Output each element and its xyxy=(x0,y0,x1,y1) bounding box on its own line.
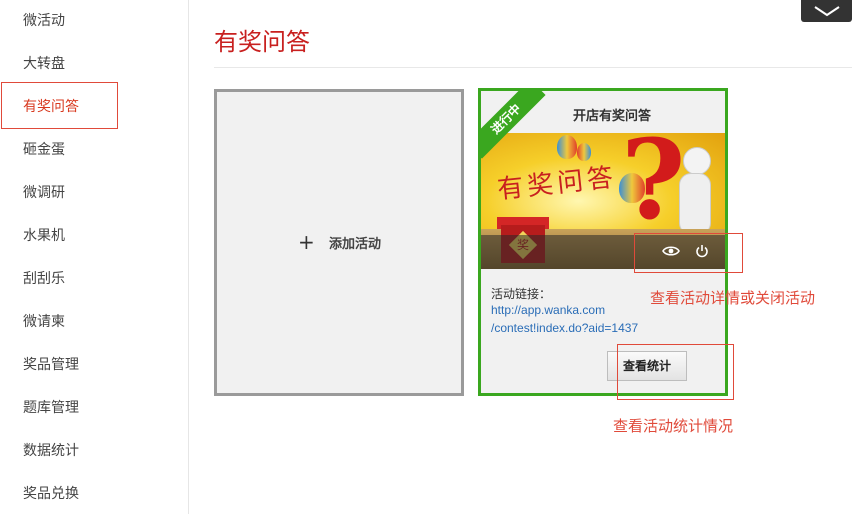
activity-link-label: 活动链接： xyxy=(491,287,552,301)
balloon-decoration xyxy=(577,143,591,161)
balloon-decoration xyxy=(557,135,577,159)
sidebar-item-statistics[interactable]: 数据统计 xyxy=(0,430,188,473)
add-activity-card[interactable]: + 添加活动 xyxy=(214,89,464,396)
banner-text: 有奖问答 xyxy=(496,162,619,206)
add-activity-label: 添加活动 xyxy=(329,237,382,252)
annotation-stats: 查看活动统计情况 xyxy=(613,417,734,435)
title-divider xyxy=(214,67,852,68)
annotation-box-quiz xyxy=(1,82,118,129)
sidebar-item-golden-egg[interactable]: 砸金蛋 xyxy=(0,129,188,172)
sidebar-item-fruit-machine[interactable]: 水果机 xyxy=(0,215,188,258)
activity-link-path[interactable]: /contest!index.do?aid=1437 xyxy=(491,321,638,335)
sidebar-item-big-wheel[interactable]: 大转盘 xyxy=(0,43,188,86)
annotation-box-actions xyxy=(634,233,743,273)
sidebar-item-scratch-card[interactable]: 刮刮乐 xyxy=(0,258,188,301)
sidebar-item-invitation[interactable]: 微请柬 xyxy=(0,301,188,344)
chevron-down-icon xyxy=(814,6,840,17)
plus-icon: + xyxy=(298,230,315,254)
sidebar-item-prize-redeem[interactable]: 奖品兑换 xyxy=(0,473,188,516)
figure-decoration xyxy=(679,173,711,235)
sidebar: 微活动 大转盘 有奖问答 砸金蛋 微调研 水果机 刮刮乐 微请柬 奖品管理 题库… xyxy=(0,0,189,514)
sidebar-item-question-bank[interactable]: 题库管理 xyxy=(0,387,188,430)
question-mark-decoration: ? xyxy=(621,133,686,244)
annotation-box-stats xyxy=(617,344,734,400)
figure-decoration xyxy=(683,147,711,175)
sidebar-item-prize-management[interactable]: 奖品管理 xyxy=(0,344,188,387)
annotation-view-close: 查看活动详情或关闭活动 xyxy=(650,289,816,307)
sidebar-item-micro-activity[interactable]: 微活动 xyxy=(0,0,188,43)
collapse-button[interactable] xyxy=(801,0,852,22)
page-title: 有奖问答 xyxy=(214,28,310,56)
activity-link[interactable]: http://app.wanka.com xyxy=(491,303,605,317)
sidebar-item-survey[interactable]: 微调研 xyxy=(0,172,188,215)
